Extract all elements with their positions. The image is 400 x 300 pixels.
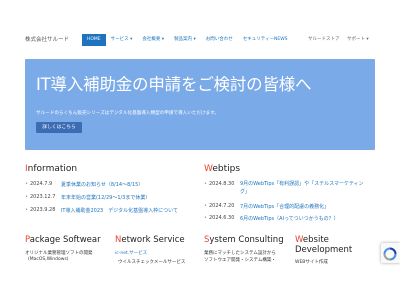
nav-services[interactable]: サービス ▾ bbox=[106, 34, 138, 46]
webtips-heading-rest: ebtips bbox=[212, 164, 241, 174]
news-link[interactable]: IT導入補助金2023 デジタル化基盤導入枠について bbox=[61, 207, 178, 214]
news-date: 2023.9.28 bbox=[29, 207, 56, 213]
information-heading: Information bbox=[25, 164, 77, 174]
nav-products[interactable]: 製品案内 ▾ bbox=[169, 34, 201, 46]
nav-security-news[interactable]: セキュリティーNEWS bbox=[238, 34, 293, 46]
news-date: 2024.7.20 bbox=[208, 203, 235, 209]
news-link[interactable]: 9月のWebTips「有利誤認」や「ステルスマーケティング」 bbox=[240, 181, 370, 196]
nav-contact[interactable]: お問い合わせ bbox=[201, 34, 238, 46]
bullet-icon: • bbox=[204, 181, 207, 187]
bullet-icon: • bbox=[25, 181, 28, 187]
recaptcha-badge[interactable] bbox=[381, 243, 400, 263]
news-date: 2023.12.7 bbox=[29, 194, 56, 200]
news-link[interactable]: 6月のWebTips（AIってついつかうもの？） bbox=[240, 215, 339, 222]
network-service-heading[interactable]: Network Service bbox=[115, 235, 185, 245]
website-development-heading[interactable]: Website Development bbox=[295, 235, 365, 255]
service-heading-rest: ackage Softwear bbox=[29, 235, 101, 245]
main-nav: HOME サービス ▾ 会社概要 ▾ 製品案内 ▾ お問い合わせ セキュリティー… bbox=[82, 34, 293, 46]
hero-details-button[interactable]: 詳しくはこちら bbox=[36, 122, 82, 133]
hero-banner: IT導入補助金の申請をご検討の皆様へ サルードのらくちん販売シリーズはデジタル化… bbox=[25, 59, 375, 150]
service-heading-rest: etwork Service bbox=[121, 235, 185, 245]
list-item[interactable]: • 2024.7.9 夏季休業のお知らせ（8/14～8/15） bbox=[25, 181, 143, 188]
service-heading-rest: ystem Consulting bbox=[209, 235, 284, 245]
news-link[interactable]: 年末年始の営業(12/29～1/3まで休業） bbox=[61, 194, 150, 201]
list-item[interactable]: • 2024.7.20 7月のWebTips「合理的配慮の義務化」 bbox=[204, 203, 329, 210]
service-link[interactable]: ic-net.サービス bbox=[115, 250, 147, 256]
service-description-2: ウイルスチェックメールサービス bbox=[118, 260, 186, 265]
company-logo-text[interactable]: 株式会社サルード bbox=[25, 35, 69, 43]
service-description-2: ソフトウエア開発・システム構築・ bbox=[204, 258, 276, 263]
nav-home[interactable]: HOME bbox=[82, 34, 106, 46]
information-list: • 2024.7.9 夏季休業のお知らせ（8/14～8/15） • 2023.1… bbox=[25, 181, 195, 221]
hero-subtitle: サルードのらくちん販売シリーズはデジタル化基盤導入類型の申請で導入いただけます。 bbox=[36, 111, 219, 116]
system-consulting-heading[interactable]: System Consulting bbox=[204, 235, 284, 245]
news-date: 2024.7.9 bbox=[29, 181, 53, 187]
webtips-list: • 2024.8.30 9月のWebTips「有利誤認」や「ステルスマーケティン… bbox=[204, 181, 376, 226]
service-description: オリジナル業務管理ソフトの開発 bbox=[25, 251, 93, 256]
information-heading-rest: nformation bbox=[27, 164, 78, 174]
service-description: WEBサイト作成 bbox=[295, 260, 328, 265]
list-item[interactable]: • 2024.8.30 9月のWebTips「有利誤認」や「ステルスマーケティン… bbox=[204, 181, 370, 196]
nav-store[interactable]: サルードストア bbox=[308, 34, 340, 46]
service-description-2: (MacOS,Windows) bbox=[28, 257, 69, 262]
bullet-icon: • bbox=[204, 215, 207, 221]
list-item[interactable]: • 2023.12.7 年末年始の営業(12/29～1/3まで休業） bbox=[25, 194, 150, 201]
nav-company[interactable]: 会社概要 ▾ bbox=[137, 34, 169, 46]
webtips-heading: Webtips bbox=[204, 164, 240, 174]
service-description: 業務にマッチしたシステム設計から bbox=[204, 251, 276, 256]
news-date: 2024.8.30 bbox=[208, 181, 235, 187]
news-link[interactable]: 夏季休業のお知らせ（8/14～8/15） bbox=[61, 181, 143, 188]
nav-support[interactable]: サポート ▾ bbox=[347, 34, 369, 46]
package-software-heading[interactable]: Package Softwear bbox=[25, 235, 101, 245]
bullet-icon: • bbox=[25, 207, 28, 213]
list-item[interactable]: • 2023.9.28 IT導入補助金2023 デジタル化基盤導入枠について bbox=[25, 207, 178, 214]
recaptcha-icon bbox=[383, 246, 397, 261]
news-link[interactable]: 7月のWebTips「合理的配慮の義務化」 bbox=[240, 203, 329, 210]
list-item[interactable]: • 2024.6.30 6月のWebTips（AIってついつかうもの？） bbox=[204, 215, 339, 222]
service-initial: W bbox=[295, 235, 303, 245]
bullet-icon: • bbox=[204, 203, 207, 209]
bullet-icon: • bbox=[25, 194, 28, 200]
hero-title: IT導入補助金の申請をご検討の皆様へ bbox=[36, 75, 312, 94]
service-heading-rest: ebsite Development bbox=[295, 235, 353, 255]
news-date: 2024.6.30 bbox=[208, 215, 235, 221]
